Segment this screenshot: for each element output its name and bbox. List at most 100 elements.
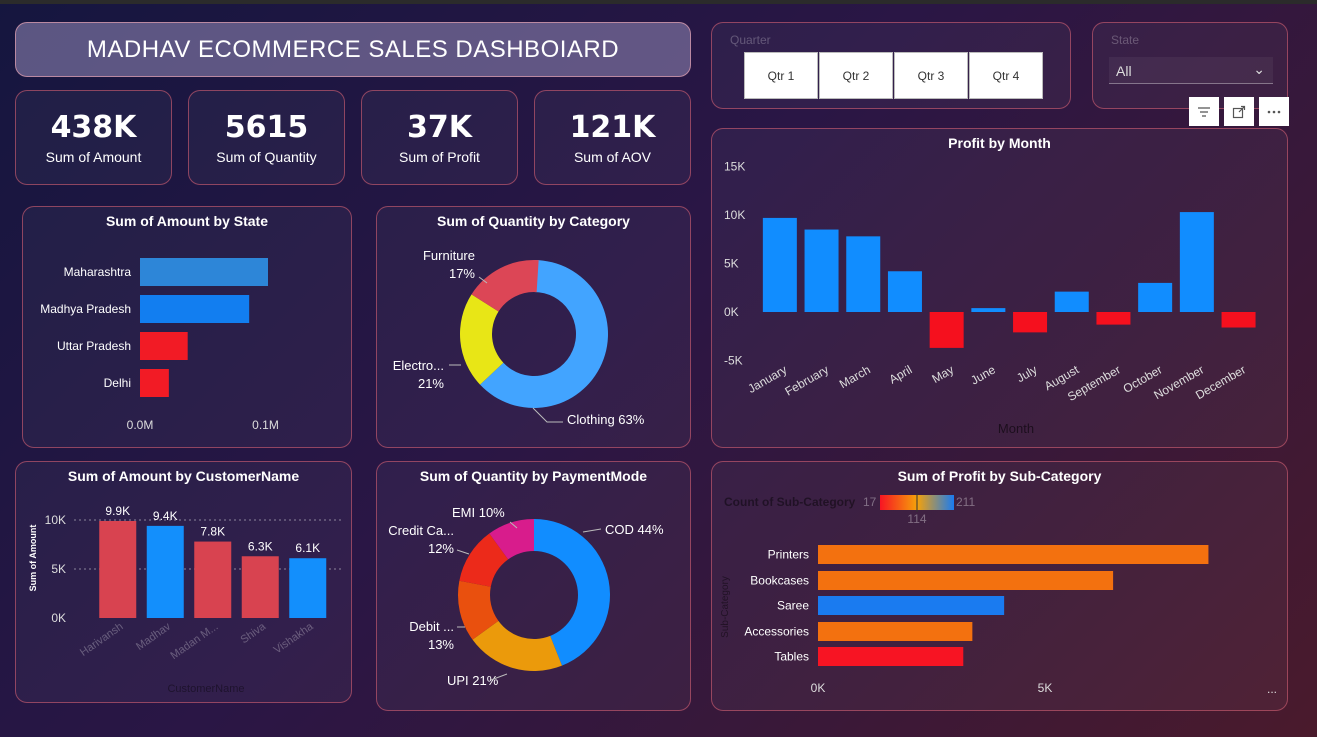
quantity-by-paymentmode-chart: COD 44% UPI 21% Debit ... 13% Credit Ca... 12… <box>388 505 664 688</box>
leader-line <box>582 528 602 533</box>
profit-by-month-card[interactable]: Profit by Month -5K 0K 5K 10K 15K January Febr… <box>711 128 1288 448</box>
legend-mid: 114 <box>907 512 926 526</box>
page-title: MADHAV ECOMMERCE SALES DASHBOIARD <box>86 35 620 63</box>
chevron-down-icon: ⌄ <box>1253 61 1265 77</box>
x-axis-title: CustomerName <box>167 683 244 695</box>
y-tick-label: 10K <box>45 513 66 527</box>
more-options-icon[interactable] <box>1259 97 1289 126</box>
bar <box>1138 282 1173 312</box>
data-label: Electro... <box>393 358 444 373</box>
kpi-card-aov[interactable]: 121K Sum of AOV <box>534 90 691 185</box>
qtr-1-button[interactable]: Qtr 1 <box>744 52 818 99</box>
kpi-label: Sum of AOV <box>573 148 652 165</box>
y-tick-label: Bookcases <box>750 574 809 588</box>
kpi-value: 438K <box>50 109 137 145</box>
kpi-card-amount[interactable]: 438K Sum of Amount <box>15 90 172 185</box>
bar <box>818 545 1209 564</box>
bar <box>140 258 268 286</box>
bar <box>140 332 188 360</box>
data-label: 7.8K <box>200 525 225 539</box>
data-label: Debit ... <box>409 619 454 634</box>
profit-by-subcategory-chart: Count of Sub-Category 17 114 211 Printers Boo… <box>720 493 1277 696</box>
kpi-card-quantity[interactable]: 5615 Sum of Quantity <box>188 90 345 185</box>
data-label: Clothing 63% <box>567 412 645 427</box>
leader-line <box>532 407 563 423</box>
quantity-by-category-card[interactable]: Sum of Quantity by Category Clothing 63%… <box>376 206 691 448</box>
data-label: 13% <box>428 637 454 652</box>
bar <box>1013 312 1048 333</box>
x-tick-label: Madhav <box>134 620 173 653</box>
kpi-value: 121K <box>569 109 656 145</box>
kpi-label: Sum of Profit <box>399 148 480 165</box>
state-slicer-label: State <box>1111 33 1140 47</box>
data-label: COD 44% <box>605 522 664 537</box>
y-tick-label: Madhya Pradesh <box>40 302 131 316</box>
x-tick-label: Madan M... <box>169 621 221 662</box>
data-label: UPI 21% <box>447 673 499 688</box>
kpi-label: Sum of Quantity <box>216 148 317 165</box>
amount-by-customer-card[interactable]: Sum of Amount by CustomerName 0K 5K 10K Sum… <box>15 461 352 703</box>
bar <box>99 520 137 618</box>
x-tick-label: June <box>968 362 998 387</box>
legend-min: 17 <box>863 495 877 509</box>
y-tick-label: Maharashtra <box>64 265 132 279</box>
bar <box>846 236 881 312</box>
focus-mode-icon[interactable] <box>1224 97 1254 126</box>
y-tick-label: Printers <box>768 548 809 562</box>
filter-icon[interactable] <box>1189 97 1219 126</box>
bar <box>140 369 169 397</box>
dashboard-title-card: MADHAV ECOMMERCE SALES DASHBOIARD <box>15 22 691 77</box>
y-tick-label: 0K <box>51 611 66 625</box>
y-axis-title: Sub-Category <box>720 576 731 638</box>
x-tick-label: February <box>782 362 831 398</box>
y-tick-label: Accessories <box>744 625 809 639</box>
more-axis-icon: ... <box>1267 682 1277 696</box>
bar <box>818 647 964 666</box>
data-label: 6.3K <box>248 539 273 553</box>
y-tick-label: 5K <box>51 562 66 576</box>
bar <box>818 622 973 641</box>
window-top-bar <box>0 0 1317 4</box>
kpi-value: 5615 <box>224 109 309 145</box>
bar <box>1096 312 1131 325</box>
data-label: 21% <box>418 376 444 391</box>
y-tick-label: 5K <box>724 257 739 271</box>
x-tick-label: 0.0M <box>127 418 154 432</box>
x-tick-label: July <box>1014 362 1039 385</box>
chart-title: Sum of Quantity by PaymentMode <box>419 468 648 484</box>
quarter-slicer: Quarter Qtr 1 Qtr 2 Qtr 3 Qtr 4 <box>711 22 1071 109</box>
y-axis-title: Sum of Amount <box>28 525 38 592</box>
bar <box>241 556 279 618</box>
kpi-card-profit[interactable]: 37K Sum of Profit <box>361 90 518 185</box>
data-label: Furniture <box>423 248 475 263</box>
y-tick-label: 10K <box>724 208 745 222</box>
bar <box>1221 312 1256 328</box>
state-dropdown[interactable]: All ⌄ <box>1109 57 1273 84</box>
amount-by-customer-chart: 0K 5K 10K Sum of Amount 9.9K Harivansh 9.4K Mad… <box>28 504 344 695</box>
bar <box>146 525 184 618</box>
data-label: Credit Ca... <box>388 523 454 538</box>
y-tick-label: -5K <box>724 354 743 368</box>
legend-max: 211 <box>956 495 975 509</box>
quantity-by-category-chart: Clothing 63% Electro... 21% Furniture 17% <box>393 248 645 427</box>
qtr-4-button[interactable]: Qtr 4 <box>969 52 1043 99</box>
chart-title: Sum of Profit by Sub-Category <box>897 468 1102 484</box>
bar <box>971 308 1006 312</box>
qtr-2-button[interactable]: Qtr 2 <box>819 52 893 99</box>
quantity-by-paymentmode-card[interactable]: Sum of Quantity by PaymentMode COD 44% UP… <box>376 461 691 711</box>
amount-by-state-card[interactable]: Sum of Amount by State Maharashtra Madhya… <box>22 206 352 448</box>
bar <box>804 229 839 312</box>
x-tick-label: Harivansh <box>78 621 125 659</box>
bar <box>818 596 1005 615</box>
y-tick-label: Tables <box>774 650 809 664</box>
x-tick-label: May <box>930 362 957 385</box>
chart-title: Sum of Quantity by Category <box>437 213 630 229</box>
qtr-3-button[interactable]: Qtr 3 <box>894 52 968 99</box>
profit-by-subcategory-card[interactable]: Sum of Profit by Sub-Category Count of S… <box>711 461 1288 711</box>
data-label: EMI 10% <box>452 505 505 520</box>
bar <box>762 217 797 312</box>
y-tick-label: 15K <box>724 160 745 174</box>
amount-by-state-chart: Maharashtra Madhya Pradesh Uttar Pradesh De… <box>40 258 279 432</box>
x-tick-label: 0.1M <box>252 418 279 432</box>
y-tick-label: Uttar Pradesh <box>57 339 131 353</box>
